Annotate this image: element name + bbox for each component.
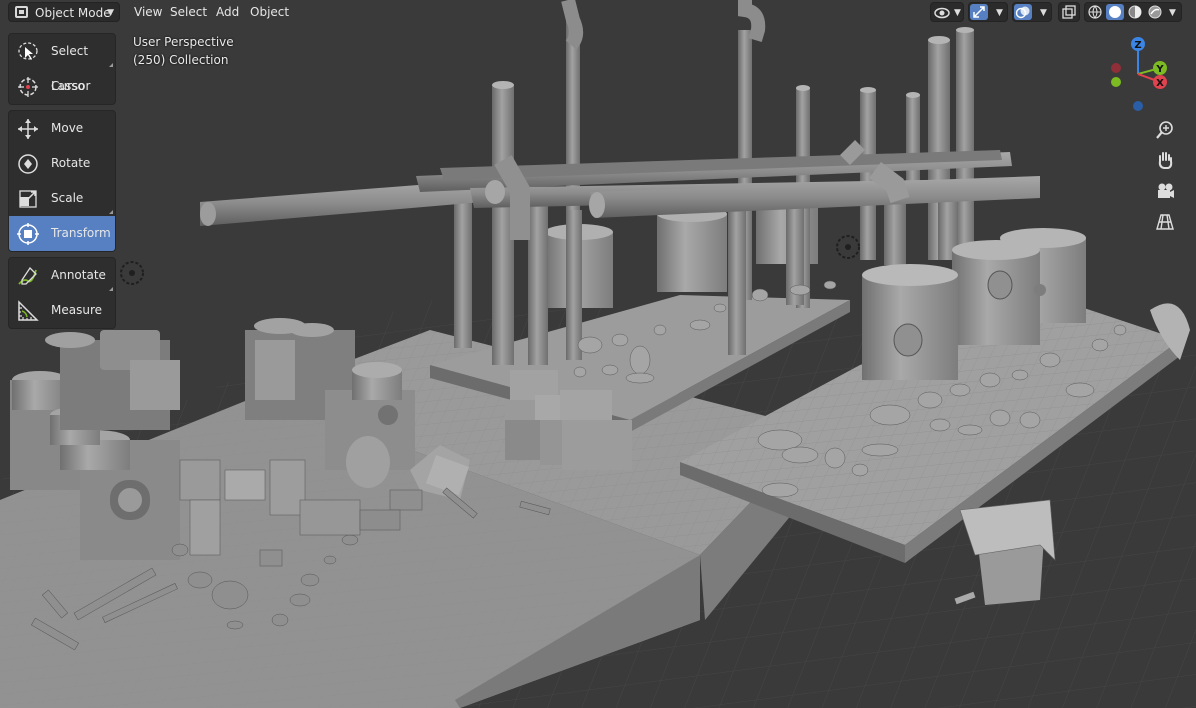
viewport-info: User Perspective (250) Collection [133, 33, 234, 69]
neg-z-handle[interactable] [1133, 101, 1143, 111]
chevron-down-icon: ▼ [996, 8, 1003, 18]
tool-label: Cursor [51, 79, 91, 93]
toolbar-group-annotate: Annotate Measure [8, 257, 116, 329]
x-axis-label: X [1156, 78, 1164, 89]
tool-options-corner [109, 287, 113, 291]
tool-label: Scale [51, 191, 84, 205]
toolbar-group-select: Select Lasso Cursor [8, 33, 116, 105]
tool-label: Annotate [51, 268, 106, 282]
select-lasso-icon [18, 42, 38, 60]
wireframe-shading-icon[interactable] [1087, 4, 1103, 20]
tool-label: Transform [51, 226, 111, 240]
menu-add-label: Add [216, 5, 240, 19]
tool-label: Move [51, 121, 84, 135]
mode-label: Object Mode [35, 6, 111, 20]
menu-add[interactable]: Add [210, 2, 245, 22]
tool-cursor[interactable]: Cursor [9, 69, 115, 104]
visibility-dropdown[interactable]: ▼ [930, 2, 964, 22]
camera-icon [1158, 183, 1174, 198]
eye-icon [934, 7, 950, 19]
move-icon [18, 119, 38, 139]
neg-y-handle[interactable] [1111, 77, 1121, 87]
tool-shelf: Select Lasso Cursor Move Rotate Scale Tr… [8, 33, 116, 334]
solid-shading-icon[interactable] [1107, 4, 1123, 20]
zoom-button[interactable] [1151, 116, 1179, 144]
xray-toggle[interactable] [1058, 2, 1080, 22]
transform-icon [17, 223, 39, 245]
chevron-down-icon: ▼ [954, 8, 961, 18]
xray-icon [1062, 5, 1076, 19]
tool-rotate[interactable]: Rotate [9, 146, 115, 181]
object-mode-icon [15, 6, 28, 18]
chevron-down-icon[interactable]: ▼ [1169, 3, 1176, 23]
tool-transform[interactable]: Transform [9, 216, 115, 251]
menu-view-label: View [134, 5, 163, 19]
gizmo-icon [973, 6, 985, 18]
collection-label: (250) Collection [133, 53, 229, 67]
y-axis-label: Y [1155, 64, 1164, 75]
3d-viewport[interactable] [0, 0, 1196, 708]
menu-object[interactable]: Object [244, 2, 295, 22]
tool-options-corner [109, 63, 113, 67]
annotate-icon [18, 266, 37, 285]
chevron-down-icon: ▼ [1040, 8, 1047, 18]
shading-group: ▼ [1084, 2, 1182, 22]
viewport-header: Object Mode ▼ View Select Add Object ▼ ▼… [0, 0, 1196, 24]
material-shading-icon[interactable] [1127, 4, 1143, 20]
perspective-grid-icon [1156, 214, 1174, 230]
rotate-icon [18, 154, 38, 174]
tool-options-corner [109, 210, 113, 214]
navigation-gizmo[interactable]: Z Y X [1096, 32, 1180, 116]
rendered-shading-icon[interactable] [1147, 4, 1163, 20]
measure-icon [18, 300, 39, 321]
viewport-scene[interactable] [0, 0, 1196, 708]
pan-hand-icon [1158, 152, 1173, 169]
mode-dropdown[interactable]: Object Mode ▼ [8, 2, 120, 22]
menu-view[interactable]: View [128, 2, 168, 22]
perspective-label: User Perspective [133, 35, 234, 49]
pan-button[interactable] [1151, 146, 1179, 174]
menu-select-label: Select [170, 5, 208, 19]
tool-measure[interactable]: Measure [9, 293, 115, 328]
tool-scale[interactable]: Scale [9, 181, 115, 216]
tool-label: Rotate [51, 156, 91, 170]
tool-annotate[interactable]: Annotate [9, 258, 115, 293]
overlays-toggle[interactable]: ▼ [1012, 2, 1052, 22]
zoom-icon [1156, 121, 1173, 139]
cursor-icon [18, 77, 38, 97]
chevron-down-icon: ▼ [107, 8, 114, 18]
perspective-toggle-button[interactable] [1151, 208, 1179, 236]
neg-x-handle[interactable] [1111, 63, 1121, 73]
toolbar-group-transform: Move Rotate Scale Transform [8, 110, 116, 252]
menu-object-label: Object [250, 5, 290, 19]
scale-icon [19, 190, 37, 208]
tool-label: Measure [51, 303, 102, 317]
camera-button[interactable] [1151, 177, 1179, 205]
tool-select-lasso[interactable]: Select Lasso [9, 34, 115, 93]
gizmo-toggle[interactable]: ▼ [968, 2, 1008, 22]
menu-select[interactable]: Select [164, 2, 213, 22]
z-axis-label: Z [1134, 40, 1141, 51]
overlays-icon [1015, 6, 1030, 19]
tool-move[interactable]: Move [9, 111, 115, 146]
